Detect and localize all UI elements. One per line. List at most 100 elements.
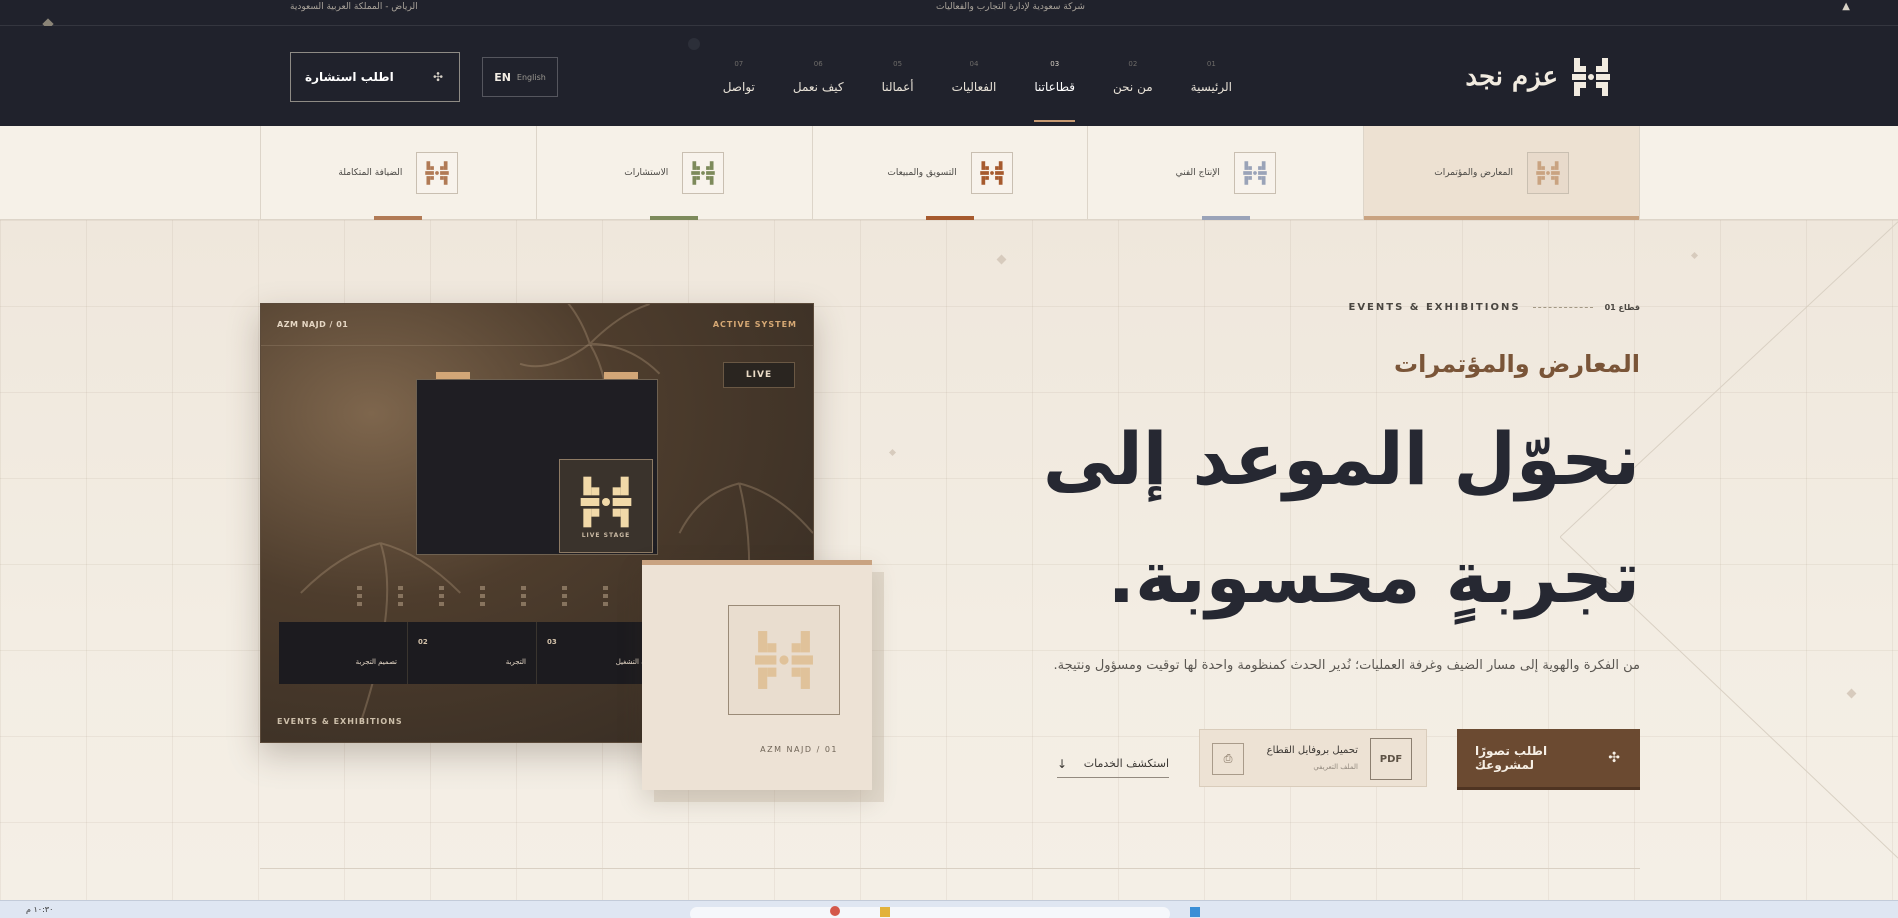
step-number: 02 xyxy=(418,638,428,646)
sector-tab-3[interactable]: التسويق والمبيعات xyxy=(811,126,1088,220)
visual-footer: EVENTS & EXHIBITIONS xyxy=(277,717,403,726)
top-utility-bar: الرياض - المملكة العربية السعودية شركة س… xyxy=(0,0,1898,30)
visual-code: AZM NAJD / 01 xyxy=(277,320,349,329)
hero-section: قطاع 01 EVENTS & EXHIBITIONS المعارض وال… xyxy=(0,220,1898,900)
hero-description: من الفكرة والهوية إلى مسار الضيف وغرفة ا… xyxy=(1053,658,1640,673)
language-switch-button[interactable]: EN English xyxy=(482,57,558,97)
step-label: تصميم التجربة xyxy=(355,658,397,666)
logo-mark-icon xyxy=(1572,58,1610,96)
main-header: عزم نجد 01 الرئيسية 02 من نحن 03 قطاعاتنا 04 ال… xyxy=(0,26,1898,126)
sector-icon xyxy=(1526,152,1569,194)
process-step: تصميم التجربة xyxy=(279,622,408,684)
nav-label: قطاعاتنا xyxy=(1034,80,1076,94)
eyebrow-dash xyxy=(1532,307,1593,308)
screen-tab xyxy=(604,372,638,379)
nav-item-5[interactable]: 05 أعمالنا xyxy=(882,60,914,116)
location-text: الرياض - المملكة العربية السعودية xyxy=(290,2,418,12)
brand-card: AZM NAJD / 01 xyxy=(642,560,872,790)
crosshair-icon: ✣ xyxy=(432,70,443,84)
live-stage-label: LIVE STAGE xyxy=(581,531,631,539)
sector-tabs: المعارض والمؤتمرات الإنتاج الفني التسويق و… xyxy=(0,126,1898,220)
nav-label: أعمالنا xyxy=(881,80,914,94)
nav-number: 06 xyxy=(813,60,823,68)
consult-label: اطلب استشارة xyxy=(305,70,394,84)
step-label: التجربة xyxy=(505,658,526,666)
hero-headline: نحوّل الموعد إلى تجربةٍ محسوبة. xyxy=(1042,417,1640,619)
live-stage-box: LIVE STAGE xyxy=(559,459,653,553)
sector-label: المعارض والمؤتمرات xyxy=(1434,168,1513,178)
process-step: 02 التجربة xyxy=(408,622,537,684)
stage-lights xyxy=(357,586,608,608)
site-logo[interactable]: عزم نجد xyxy=(1432,54,1612,100)
nav-item-7[interactable]: 07 تواصل xyxy=(723,60,755,116)
lang-label: English xyxy=(516,72,546,82)
request-consultation-button[interactable]: اطلب استشارة ✣ xyxy=(290,52,460,102)
taskbar-search[interactable] xyxy=(690,907,1170,918)
nav-item-1[interactable]: 01 الرئيسية xyxy=(1191,60,1232,116)
brand-frame xyxy=(728,605,840,715)
nav-number: 05 xyxy=(893,60,903,68)
sector-eyebrow: قطاع 01 EVENTS & EXHIBITIONS xyxy=(1348,302,1640,313)
sector-english-name: EVENTS & EXHIBITIONS xyxy=(1348,302,1521,313)
pdf-title: تحميل بروفايل القطاع xyxy=(1266,745,1358,756)
nav-label: الفعاليات xyxy=(951,80,997,94)
sector-label: الاستشارات xyxy=(624,168,669,178)
logo-text: عزم نجد xyxy=(1465,62,1560,92)
folder-icon[interactable] xyxy=(880,907,890,917)
nav-item-4[interactable]: 04 الفعاليات xyxy=(952,60,997,116)
live-badge: LIVE xyxy=(723,362,795,388)
windows-icon[interactable] xyxy=(1190,907,1200,917)
sector-label: الضيافة المتكاملة xyxy=(338,168,403,178)
pdf-subtitle: الملف التعريفي xyxy=(1313,763,1358,771)
sector-label: الإنتاج الفني xyxy=(1175,168,1220,178)
request-project-proposal-button[interactable]: اطلب تصورًا لمشروعك ✣ xyxy=(1457,729,1640,787)
sector-tab-4[interactable]: الاستشارات xyxy=(535,126,812,220)
file-download-icon: ⎙ xyxy=(1212,743,1244,775)
sector-icon xyxy=(682,152,725,194)
sector-icon xyxy=(1233,152,1276,194)
sector-tab-2[interactable]: الإنتاج الفني xyxy=(1087,126,1363,220)
explore-services-link[interactable]: استكشف الخدمات ↓ xyxy=(1057,750,1169,778)
clock: ١٠:٣٠ م xyxy=(26,905,54,914)
sector-icon xyxy=(416,152,459,194)
explore-label: استكشف الخدمات xyxy=(1083,757,1169,770)
nav-number: 04 xyxy=(969,60,979,68)
nav-item-6[interactable]: 06 كيف نعمل xyxy=(793,60,844,116)
logo-mark-icon xyxy=(580,476,632,527)
lang-code: EN xyxy=(494,70,511,84)
sector-tab-5[interactable]: الضيافة المتكاملة xyxy=(260,126,536,220)
sector-tab-row: المعارض والمؤتمرات الإنتاج الفني التسويق و… xyxy=(260,126,1640,220)
nav-label: تواصل xyxy=(722,80,755,94)
cta-label: اطلب تصورًا لمشروعك xyxy=(1475,744,1548,772)
logo-mark-icon xyxy=(755,631,813,689)
decor-dot xyxy=(688,38,700,50)
sector-number: قطاع 01 xyxy=(1604,303,1640,312)
main-nav: 01 الرئيسية 02 من نحن 03 قطاعاتنا 04 الفعاليات 0… xyxy=(723,60,1232,122)
download-profile-button[interactable]: PDF تحميل بروفايل القطاع الملف التعريفي … xyxy=(1199,729,1427,787)
nav-number: 03 xyxy=(1050,60,1060,68)
nav-label: كيف نعمل xyxy=(792,80,844,94)
scroll-up-icon[interactable]: ▲ xyxy=(1842,1,1850,12)
screen-tab xyxy=(436,372,470,379)
sector-title: المعارض والمؤتمرات xyxy=(1393,350,1640,378)
nav-number: 01 xyxy=(1206,60,1216,68)
system-status: ACTIVE SYSTEM xyxy=(712,320,797,329)
nav-item-3[interactable]: 03 قطاعاتنا xyxy=(1034,60,1076,122)
nav-label: الرئيسية xyxy=(1190,80,1232,94)
sector-icon xyxy=(970,152,1013,194)
card-caption: AZM NAJD / 01 xyxy=(760,745,838,754)
nav-number: 02 xyxy=(1128,60,1138,68)
sector-tab-1[interactable]: المعارض والمؤتمرات xyxy=(1363,126,1640,220)
pdf-badge: PDF xyxy=(1370,738,1412,780)
nav-label: من نحن xyxy=(1113,80,1153,94)
nav-item-2[interactable]: 02 من نحن xyxy=(1113,60,1153,116)
arrow-down-icon: ↓ xyxy=(1057,756,1068,771)
nav-number: 07 xyxy=(734,60,744,68)
step-number: 03 xyxy=(547,638,557,646)
sector-label: التسويق والمبيعات xyxy=(887,168,957,178)
company-tagline: شركة سعودية لإدارة التجارب والفعاليات xyxy=(936,2,1085,12)
app-icon[interactable] xyxy=(830,906,840,916)
hero-divider xyxy=(260,868,1640,869)
os-taskbar: ١٠:٣٠ م xyxy=(0,900,1898,918)
crosshair-icon: ✣ xyxy=(1608,750,1620,766)
